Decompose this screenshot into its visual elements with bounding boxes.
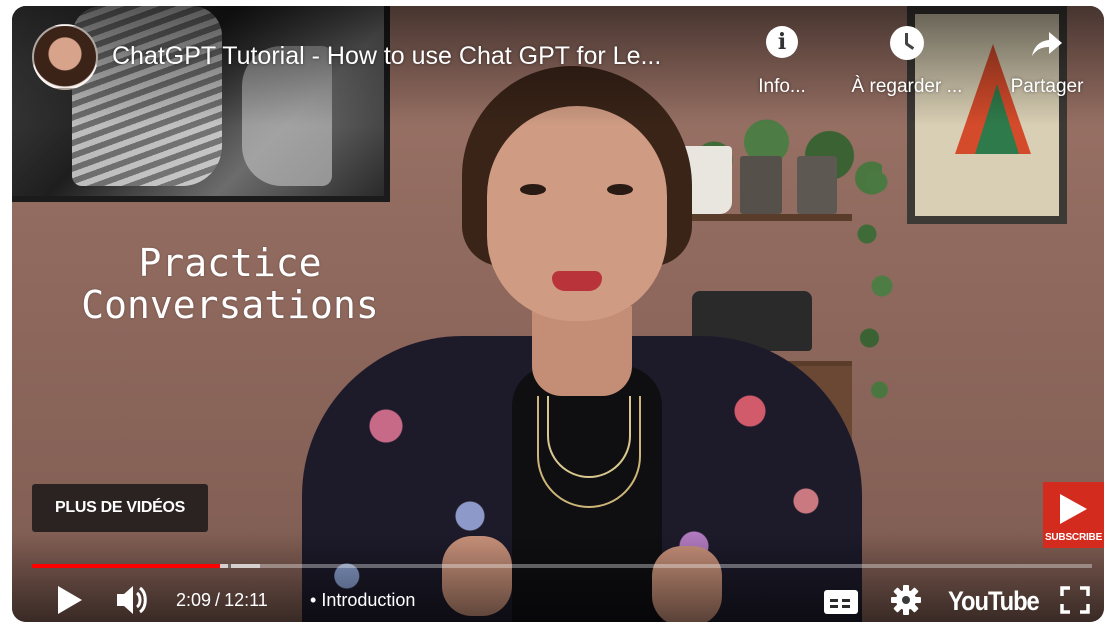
duration: 12:11	[224, 590, 268, 610]
chapter-marker	[228, 564, 231, 568]
channel-avatar[interactable]	[32, 24, 98, 90]
subtitles-icon	[824, 590, 858, 614]
overlay-line-2: Conversations	[81, 283, 379, 327]
volume-icon	[117, 586, 147, 614]
more-videos-button[interactable]: PLUS DE VIDÉOS	[32, 484, 208, 532]
watch-later-label: À regarder ...	[851, 76, 963, 97]
subscribe-button[interactable]: SUBSCRIBE	[1043, 482, 1104, 548]
volume-button[interactable]	[114, 580, 152, 620]
subtitles-button[interactable]	[824, 580, 860, 620]
video-overlay-text: Practice Conversations	[50, 242, 410, 326]
play-icon	[58, 586, 82, 614]
info-icon: i	[764, 26, 800, 62]
gear-icon	[891, 585, 921, 615]
video-title[interactable]: ChatGPT Tutorial - How to use Chat GPT f…	[112, 42, 752, 71]
time-separator: /	[215, 590, 221, 610]
progress-bar[interactable]	[32, 564, 1092, 568]
video-player[interactable]: Practice Conversations ChatGPT Tutorial …	[12, 6, 1104, 622]
play-icon	[1060, 494, 1087, 524]
progress-played	[32, 564, 220, 568]
fullscreen-button[interactable]	[1058, 580, 1092, 620]
chapter-title[interactable]: • Introduction	[310, 590, 415, 611]
chapter-label: Introduction	[321, 590, 416, 610]
fullscreen-icon	[1060, 586, 1090, 614]
clock-icon	[889, 26, 925, 62]
watch-later-button[interactable]: À regarder ...	[842, 26, 972, 98]
current-time: 2:09	[176, 590, 212, 610]
play-button[interactable]	[54, 580, 84, 620]
settings-button[interactable]	[888, 580, 924, 620]
share-label: Partager	[1010, 76, 1084, 97]
chapter-bullet: •	[310, 590, 317, 610]
share-button[interactable]: Partager	[999, 26, 1095, 98]
subscribe-label: SUBSCRIBE	[1044, 532, 1103, 543]
overlay-line-1: Practice	[138, 241, 322, 285]
share-icon	[1029, 26, 1065, 62]
time-display: 2:09/12:11	[176, 590, 268, 611]
info-label: Info...	[758, 76, 806, 97]
youtube-logo[interactable]: YouTube	[948, 586, 1040, 617]
info-button[interactable]: i Info...	[750, 26, 814, 98]
